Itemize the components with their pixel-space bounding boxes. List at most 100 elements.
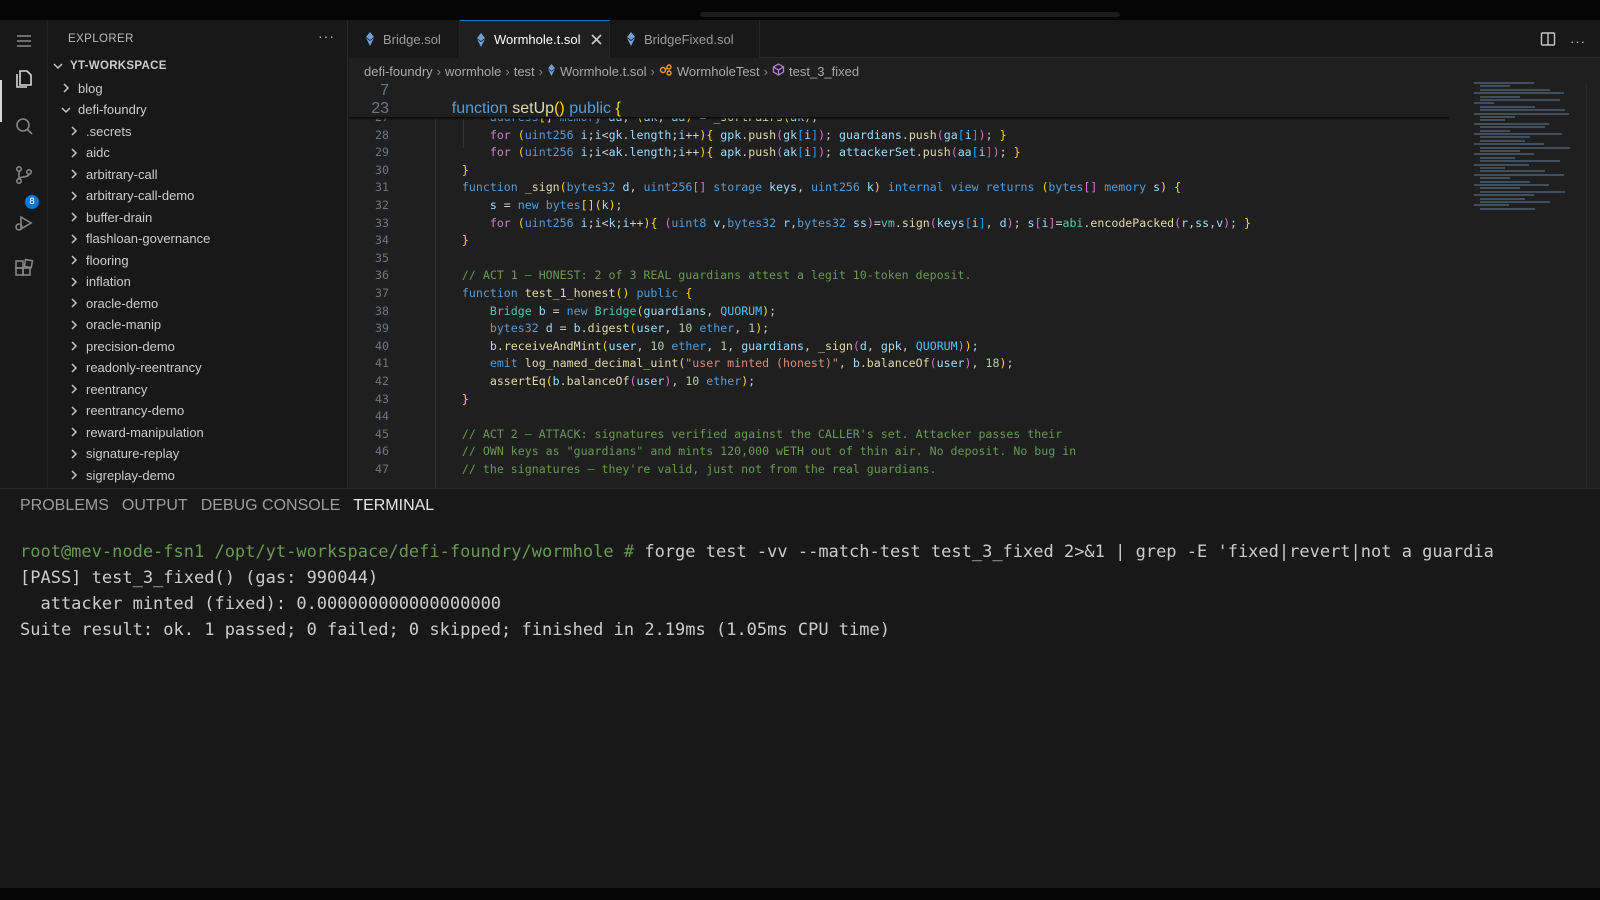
code-view[interactable]: 27 address[] memory aa; (ak, aa) = _sort… (349, 82, 1449, 488)
tree-item[interactable]: signature-replay (48, 443, 347, 465)
tree-item-label: sigreplay-demo (86, 467, 175, 483)
line-number: 7 (380, 82, 389, 99)
vscode-window: 8 EXPLORER ··· YT-WORKSPACE blog defi-fou… (0, 0, 1600, 900)
tree-item[interactable]: arbitrary-call (48, 163, 347, 185)
tree-item[interactable]: buffer-drain (48, 206, 347, 228)
line-number: 41 (375, 356, 389, 371)
breadcrumb-item[interactable]: defi-foundry (364, 64, 433, 79)
tree-item-label: arbitrary-call-demo (86, 188, 195, 203)
tab-wormhole-t-sol[interactable]: Wormhole.t.sol (460, 20, 610, 58)
line-source: b.receiveAndMint(user, 10 ether, 1, guar… (489, 338, 979, 353)
editor-actions: ··· (1540, 31, 1586, 52)
breadcrumb-item[interactable]: test (514, 64, 535, 79)
code-line: 30 } (349, 161, 1449, 179)
chevron-right-icon (66, 188, 82, 204)
line-number: 28 (375, 127, 389, 142)
tab-bridge-sol[interactable]: Bridge.sol (349, 20, 460, 58)
solidity-file-icon (363, 32, 377, 46)
tree-item[interactable]: .secrets (48, 120, 347, 142)
tree-item[interactable]: flashloan-governance (48, 228, 347, 250)
code-line: 41 emit log_named_decimal_uint("user min… (349, 354, 1449, 372)
split-editor-icon[interactable] (1540, 31, 1556, 52)
tab-problems[interactable]: PROBLEMS (20, 497, 109, 515)
tree-item[interactable]: precision-demo (48, 335, 347, 357)
breadcrumb-item[interactable]: Wormhole.t.sol (560, 64, 646, 79)
tab-debug-console[interactable]: DEBUG CONSOLE (201, 497, 341, 515)
breadcrumb-item[interactable]: WormholeTest (677, 64, 760, 79)
source-control-icon[interactable] (11, 162, 37, 188)
minimap-line (1480, 129, 1510, 132)
tree-item[interactable]: oracle-demo (48, 292, 347, 314)
tree-item[interactable]: reentrancy (48, 378, 347, 400)
minimap-line (1480, 146, 1570, 149)
menu-icon[interactable] (11, 28, 37, 54)
tree-item[interactable]: oracle-manip (48, 314, 347, 336)
minimap-line (1480, 190, 1565, 193)
chevron-right-icon: › (650, 63, 655, 79)
tree-item[interactable]: defi-foundry (48, 99, 347, 121)
chevron-right-icon: › (436, 63, 441, 79)
tree-item-label: readonly-reentrancy (86, 360, 202, 375)
close-icon[interactable] (588, 32, 604, 48)
terminal-output-line: [PASS] test_3_fixed() (gas: 990044) (20, 568, 379, 588)
code-line: 29 for (uint256 i;i<ak.length;i++){ apk.… (349, 143, 1449, 161)
line-source: function setUp() public { (451, 99, 621, 117)
search-icon[interactable] (11, 114, 37, 140)
run-debug-icon[interactable] (11, 210, 37, 236)
minimap-line (1480, 207, 1535, 210)
chevron-right-icon (66, 403, 82, 419)
breadcrumb-item[interactable]: test_3_fixed (789, 64, 859, 79)
minimap-line (1480, 160, 1560, 163)
line-number: 47 (375, 462, 389, 476)
line-number: 43 (375, 391, 389, 406)
minimap-line (1480, 116, 1515, 118)
minimap-line (1474, 133, 1562, 135)
tree-item[interactable]: reward-manipulation (48, 421, 347, 443)
minimap-line (1480, 85, 1510, 88)
line-source: // OWN keys as "guardians" and mints 120… (461, 444, 1077, 459)
minimap-line (1480, 126, 1545, 129)
tree-item-label: blog (78, 80, 103, 96)
explorer-header: EXPLORER ··· (48, 20, 347, 58)
minimap-line (1480, 180, 1530, 183)
line-number: 40 (375, 338, 389, 353)
chevron-right-icon (66, 166, 82, 182)
chevron-right-icon (66, 209, 82, 225)
extensions-icon[interactable] (11, 256, 37, 282)
explorer-icon[interactable] (11, 66, 37, 92)
editor-more-actions[interactable]: ··· (1570, 34, 1586, 49)
code-line: 43 } (349, 390, 1449, 408)
workspace-label: YT-WORKSPACE (70, 60, 167, 72)
tab-terminal[interactable]: TERMINAL (353, 497, 434, 515)
tree-item[interactable]: aidc (48, 142, 347, 164)
workspace-root[interactable]: YT-WORKSPACE (48, 55, 347, 77)
minimap[interactable] (1474, 82, 1584, 222)
breadcrumb-item[interactable]: wormhole (445, 64, 501, 79)
tab-output[interactable]: OUTPUT (122, 497, 188, 515)
line-source: for (uint256 i;i<gk.length;i++){ gpk.pus… (489, 127, 1007, 142)
chevron-right-icon (66, 381, 82, 397)
tree-item[interactable]: readonly-reentrancy (48, 357, 347, 379)
line-number: 37 (375, 286, 389, 300)
tree-item[interactable]: inflation (48, 271, 347, 293)
tree-item[interactable]: blog (48, 77, 347, 99)
tree-item[interactable]: flooring (48, 249, 347, 271)
tree-item[interactable]: arbitrary-call-demo (48, 185, 347, 207)
line-source: for (uint256 i;i<k;i++){ (uint8 v,bytes3… (489, 215, 1251, 230)
terminal[interactable]: root@mev-node-fsn1 /opt/yt-workspace/def… (20, 539, 1494, 643)
line-source: bytes32 d = b.digest(user, 10 ether, 1); (489, 321, 770, 336)
editor-area: Bridge.sol Wormhole.t.sol BridgeFixed.so… (349, 20, 1600, 488)
code-line: 34 } (349, 231, 1449, 249)
code-line: 36 // ACT 1 — HONEST: 2 of 3 REAL guardi… (349, 266, 1449, 284)
chevron-down-icon (50, 58, 66, 74)
minimap-line (1480, 88, 1550, 91)
editor-scrollbar[interactable] (1586, 82, 1598, 488)
tree-item[interactable]: sigreplay-demo (48, 464, 347, 486)
minimap-line (1474, 82, 1534, 84)
tree-item[interactable]: reentrancy-demo (48, 400, 347, 422)
line-source: function test_1_honest() public { (461, 286, 693, 300)
minimap-line (1474, 92, 1564, 95)
explorer-more-actions[interactable]: ··· (318, 28, 335, 44)
code-line: 45 // ACT 2 — ATTACK: signatures verifie… (349, 425, 1449, 443)
tab-bridgefixed-sol[interactable]: BridgeFixed.sol (610, 20, 760, 58)
